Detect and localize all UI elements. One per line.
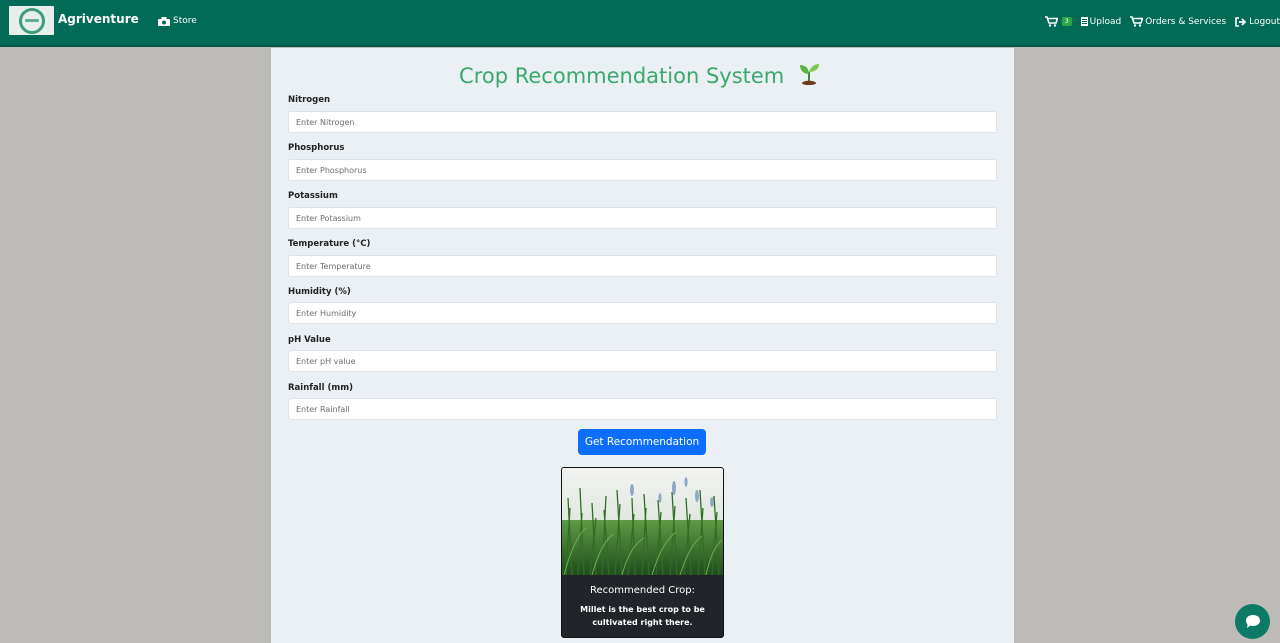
rainfall-input[interactable] xyxy=(288,398,997,420)
result-title: Recommended Crop: xyxy=(590,585,695,596)
brand-name[interactable]: Agriventure xyxy=(58,12,139,26)
chat-button[interactable] xyxy=(1235,604,1270,639)
crop-image xyxy=(562,468,723,575)
cart-icon xyxy=(1044,16,1058,27)
humidity-label: Humidity (%) xyxy=(288,287,351,297)
nav-orders-label: Orders & Services xyxy=(1145,16,1227,27)
nav-logout-link[interactable]: Logout xyxy=(1235,17,1280,27)
cart-count-badge: 3 xyxy=(1061,17,1072,26)
temperature-label: Temperature (°C) xyxy=(288,239,371,249)
page-title-text: Crop Recommendation System xyxy=(459,64,785,88)
nav-logout-label: Logout xyxy=(1249,16,1280,27)
ph-label: pH Value xyxy=(288,335,331,345)
chat-icon xyxy=(1245,615,1260,628)
store-icon xyxy=(158,16,170,26)
nav-cart-link[interactable]: 3 xyxy=(1044,16,1072,27)
logo-ring xyxy=(18,7,45,34)
temperature-input[interactable] xyxy=(288,255,997,277)
potassium-input[interactable] xyxy=(288,207,997,229)
seedling-icon xyxy=(799,64,819,85)
nitrogen-input[interactable] xyxy=(288,111,997,133)
phosphorus-label: Phosphorus xyxy=(288,143,345,153)
rainfall-label: Rainfall (mm) xyxy=(288,383,353,393)
ph-input[interactable] xyxy=(288,350,997,372)
logout-icon xyxy=(1235,16,1247,27)
nitrogen-label: Nitrogen xyxy=(288,95,331,105)
nav-orders-link[interactable]: Orders & Services xyxy=(1130,16,1226,27)
nav-upload-label: Upload xyxy=(1089,16,1122,27)
cart-icon xyxy=(1130,16,1144,27)
nav-store-link[interactable]: Store xyxy=(158,16,197,26)
upload-icon xyxy=(1080,17,1088,26)
potassium-label: Potassium xyxy=(288,191,338,201)
logo[interactable] xyxy=(9,6,54,35)
get-recommendation-button[interactable]: Get Recommendation xyxy=(578,429,706,455)
humidity-input[interactable] xyxy=(288,302,997,324)
phosphorus-input[interactable] xyxy=(288,159,997,181)
page-title: Crop Recommendation System xyxy=(0,61,1280,88)
navbar: Agriventure Store 3 Upload Orders & Serv… xyxy=(0,0,1280,47)
nav-upload-link[interactable]: Upload xyxy=(1080,16,1122,27)
result-card: Recommended Crop: Millet is the best cro… xyxy=(561,467,724,638)
nav-store-label: Store xyxy=(173,16,197,26)
result-text: Millet is the best crop to be cultivated… xyxy=(580,605,705,627)
